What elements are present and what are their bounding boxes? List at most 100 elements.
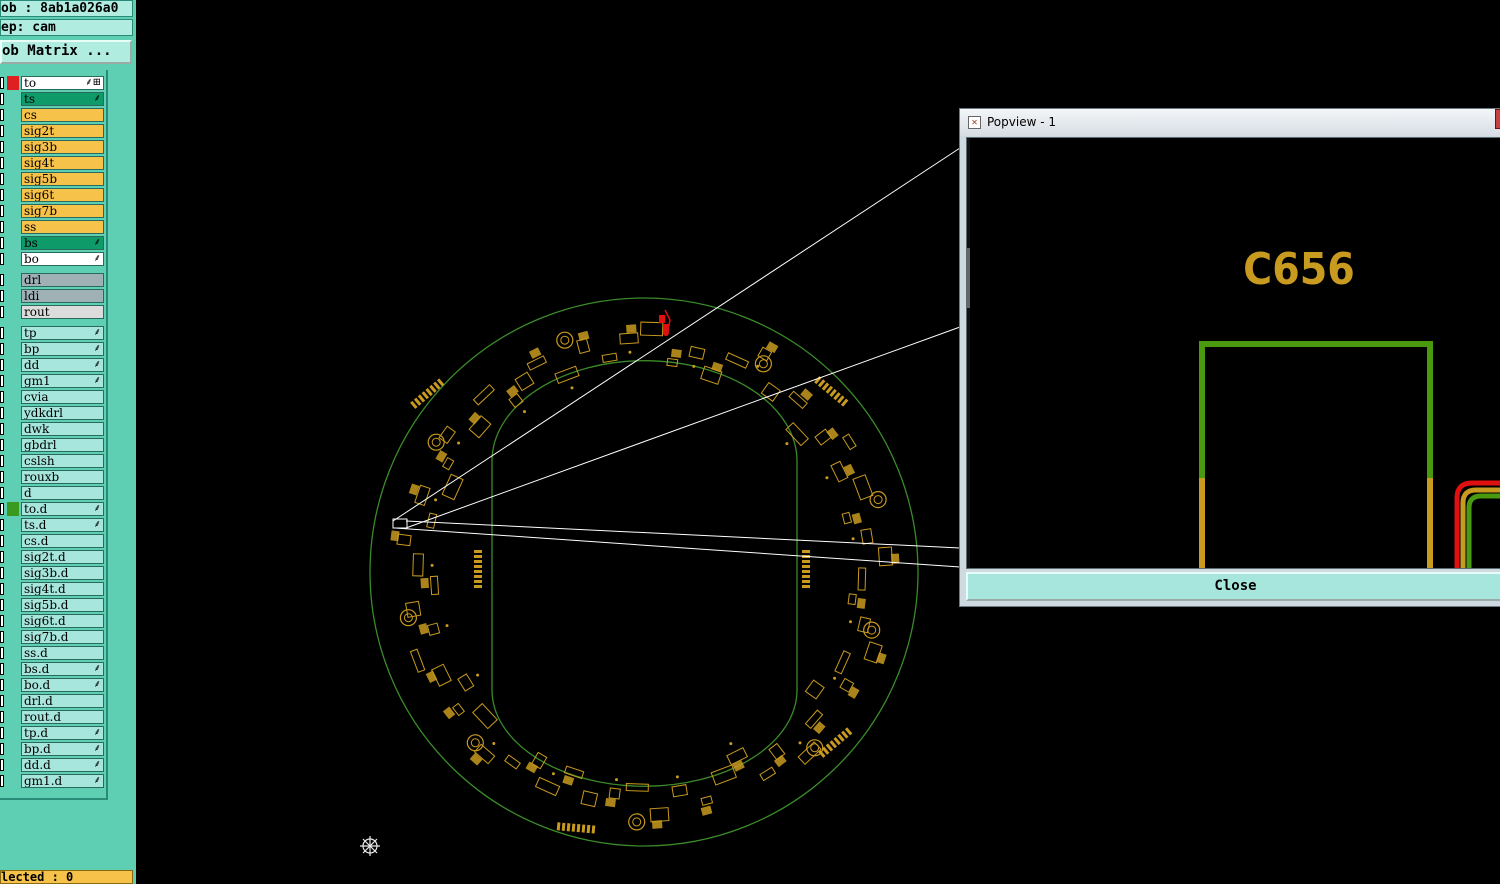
layer-row-sig2t-d[interactable]: sig2t.d — [0, 549, 106, 565]
layer-checkbox[interactable] — [0, 599, 4, 611]
layer-name[interactable]: sig7b — [21, 204, 104, 218]
layer-color-swatch[interactable] — [7, 305, 19, 319]
layer-name[interactable]: sig6t — [21, 188, 104, 202]
layer-name[interactable]: sig4t — [21, 156, 104, 170]
layer-color-swatch[interactable] — [7, 124, 19, 138]
layer-row-drl-d[interactable]: drl.d — [0, 693, 106, 709]
layer-color-swatch[interactable] — [7, 678, 19, 692]
selected-component[interactable] — [659, 309, 671, 336]
layer-checkbox[interactable] — [0, 551, 4, 563]
layer-color-swatch[interactable] — [7, 390, 19, 404]
layer-color-swatch[interactable] — [7, 662, 19, 676]
layer-row-cs[interactable]: cs — [0, 107, 106, 123]
layer-name[interactable]: rout — [21, 305, 104, 319]
layer-checkbox[interactable] — [0, 173, 4, 185]
layer-name[interactable]: ss — [21, 220, 104, 234]
layer-row-sig5b[interactable]: sig5b — [0, 171, 106, 187]
layer-row-sig3b[interactable]: sig3b — [0, 139, 106, 155]
layer-row-cslsh[interactable]: cslsh — [0, 453, 106, 469]
layer-row-gm1[interactable]: gm1 ⸙ — [0, 373, 106, 389]
layer-name[interactable]: ldi — [21, 289, 104, 303]
layer-color-swatch[interactable] — [7, 502, 19, 516]
layer-row-bp[interactable]: bp ⸙ — [0, 341, 106, 357]
layer-name[interactable]: tp.d ⸙ — [21, 726, 104, 740]
layer-color-swatch[interactable] — [7, 252, 19, 266]
layer-row-sig4t-d[interactable]: sig4t.d — [0, 581, 106, 597]
layer-name[interactable]: drl — [21, 273, 104, 287]
popview-titlebar[interactable]: ✕ Popview - 1 — [960, 109, 1500, 136]
layer-row-bs-d[interactable]: bs.d ⸙ — [0, 661, 106, 677]
layer-row-cs-d[interactable]: cs.d — [0, 533, 106, 549]
layer-row-gbdrl[interactable]: gbdrl — [0, 437, 106, 453]
layer-row-ts[interactable]: ts ⸙ — [0, 91, 106, 107]
layer-color-swatch[interactable] — [7, 534, 19, 548]
layer-color-swatch[interactable] — [7, 172, 19, 186]
layer-checkbox[interactable] — [0, 109, 4, 121]
layer-checkbox[interactable] — [0, 711, 4, 723]
layer-checkbox[interactable] — [0, 679, 4, 691]
layer-color-swatch[interactable] — [7, 454, 19, 468]
layer-color-swatch[interactable] — [7, 236, 19, 250]
layer-color-swatch[interactable] — [7, 374, 19, 388]
layer-checkbox[interactable] — [0, 615, 4, 627]
layer-row-bo[interactable]: bo ⸙ — [0, 251, 106, 267]
layer-color-swatch[interactable] — [7, 758, 19, 772]
layer-name[interactable]: cs.d — [21, 534, 104, 548]
window-close-icon[interactable] — [1495, 109, 1500, 129]
layer-checkbox[interactable] — [0, 205, 4, 217]
layer-color-swatch[interactable] — [7, 710, 19, 724]
layer-name[interactable]: gm1 ⸙ — [21, 374, 104, 388]
layer-color-swatch[interactable] — [7, 358, 19, 372]
layer-row-rout[interactable]: rout — [0, 304, 106, 320]
popview-scrollbar[interactable] — [967, 138, 970, 568]
layer-name[interactable]: sig5b — [21, 172, 104, 186]
layer-checkbox[interactable] — [0, 221, 4, 233]
layer-row-ydkdrl[interactable]: ydkdrl — [0, 405, 106, 421]
popview-window[interactable]: ✕ Popview - 1 C656 Close — [959, 108, 1500, 607]
layer-checkbox[interactable] — [0, 157, 4, 169]
layer-name[interactable]: sig6t.d — [21, 614, 104, 628]
layer-color-swatch[interactable] — [7, 438, 19, 452]
layer-name[interactable]: sig3b — [21, 140, 104, 154]
layer-checkbox[interactable] — [0, 125, 4, 137]
layer-color-swatch[interactable] — [7, 342, 19, 356]
layer-name[interactable]: ydkdrl — [21, 406, 104, 420]
layer-color-swatch[interactable] — [7, 326, 19, 340]
layer-row-cvia[interactable]: cvia — [0, 389, 106, 405]
layer-row-sig7b-d[interactable]: sig7b.d — [0, 629, 106, 645]
layer-row-sig4t[interactable]: sig4t — [0, 155, 106, 171]
layer-checkbox[interactable] — [0, 237, 4, 249]
layer-row-dd-d[interactable]: dd.d ⸙ — [0, 757, 106, 773]
layer-name[interactable]: bo ⸙ — [21, 252, 104, 266]
layer-color-swatch[interactable] — [7, 289, 19, 303]
layer-row-bp-d[interactable]: bp.d ⸙ — [0, 741, 106, 757]
layer-row-tp[interactable]: tp ⸙ — [0, 325, 106, 341]
layer-row-sig6t-d[interactable]: sig6t.d — [0, 613, 106, 629]
layer-name[interactable]: cs — [21, 108, 104, 122]
layer-color-swatch[interactable] — [7, 92, 19, 106]
layer-name[interactable]: sig2t.d — [21, 550, 104, 564]
layer-color-swatch[interactable] — [7, 406, 19, 420]
layer-color-swatch[interactable] — [7, 273, 19, 287]
layer-row-gm1-d[interactable]: gm1.d ⸙ — [0, 773, 106, 789]
layer-color-swatch[interactable] — [7, 614, 19, 628]
layer-checkbox[interactable] — [0, 663, 4, 675]
layer-checkbox[interactable] — [0, 647, 4, 659]
layer-checkbox[interactable] — [0, 359, 4, 371]
layer-color-swatch[interactable] — [7, 486, 19, 500]
layer-name[interactable]: bs ⸙ — [21, 236, 104, 250]
layer-checkbox[interactable] — [0, 141, 4, 153]
layer-row-sig2t[interactable]: sig2t — [0, 123, 106, 139]
layer-checkbox[interactable] — [0, 77, 4, 89]
layer-checkbox[interactable] — [0, 455, 4, 467]
close-button[interactable]: Close — [966, 572, 1500, 601]
layer-name[interactable]: dwk — [21, 422, 104, 436]
layer-color-swatch[interactable] — [7, 422, 19, 436]
layer-name[interactable]: ss.d — [21, 646, 104, 660]
layer-color-swatch[interactable] — [7, 518, 19, 532]
layer-name[interactable]: gm1.d ⸙ — [21, 774, 104, 788]
layer-name[interactable]: bs.d ⸙ — [21, 662, 104, 676]
layer-name[interactable]: bp ⸙ — [21, 342, 104, 356]
layer-checkbox[interactable] — [0, 759, 4, 771]
layer-row-bo-d[interactable]: bo.d ⸙ — [0, 677, 106, 693]
